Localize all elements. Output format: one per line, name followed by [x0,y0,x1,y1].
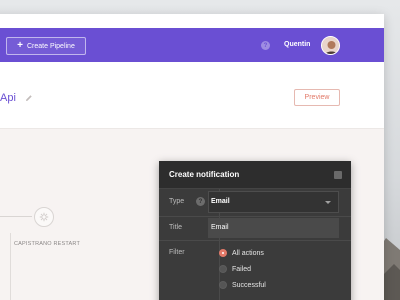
title-input-value: Email [211,224,229,231]
row-divider [159,216,351,217]
row-divider [159,240,351,241]
create-pipeline-button[interactable]: + Create Pipeline [6,37,86,55]
create-pipeline-label: Create Pipeline [26,42,75,50]
pipeline-connector [0,216,32,217]
pipeline-connector-vertical [10,233,11,300]
preview-button[interactable]: Preview [294,89,340,106]
type-select-value: Email [211,198,230,205]
save-icon[interactable] [334,171,342,179]
type-label: Type [169,198,185,205]
window-top-strip [0,14,384,28]
user-name[interactable]: Quentin [284,41,310,48]
radio-all-actions[interactable] [219,249,227,257]
radio-label-all-actions[interactable]: All actions [232,250,264,257]
radio-successful[interactable] [219,281,227,289]
radio-failed[interactable] [219,265,227,273]
radio-label-successful[interactable]: Successful [232,282,266,289]
pipeline-node[interactable] [34,207,54,227]
avatar[interactable] [321,36,340,55]
pencil-icon[interactable] [25,94,33,102]
pipeline-node-label: CAPISTRANO RESTART [14,241,81,247]
gear-icon [39,212,49,222]
title-label: Title [169,224,182,231]
filter-label: Filter [169,249,185,256]
help-icon[interactable]: ? [261,41,270,50]
radio-label-failed[interactable]: Failed [232,266,251,273]
plus-icon: + [17,40,23,51]
help-icon[interactable]: ? [196,197,205,206]
page-title: Api [0,92,16,104]
chevron-down-icon [325,201,331,204]
panel-title: Create notification [169,170,240,179]
